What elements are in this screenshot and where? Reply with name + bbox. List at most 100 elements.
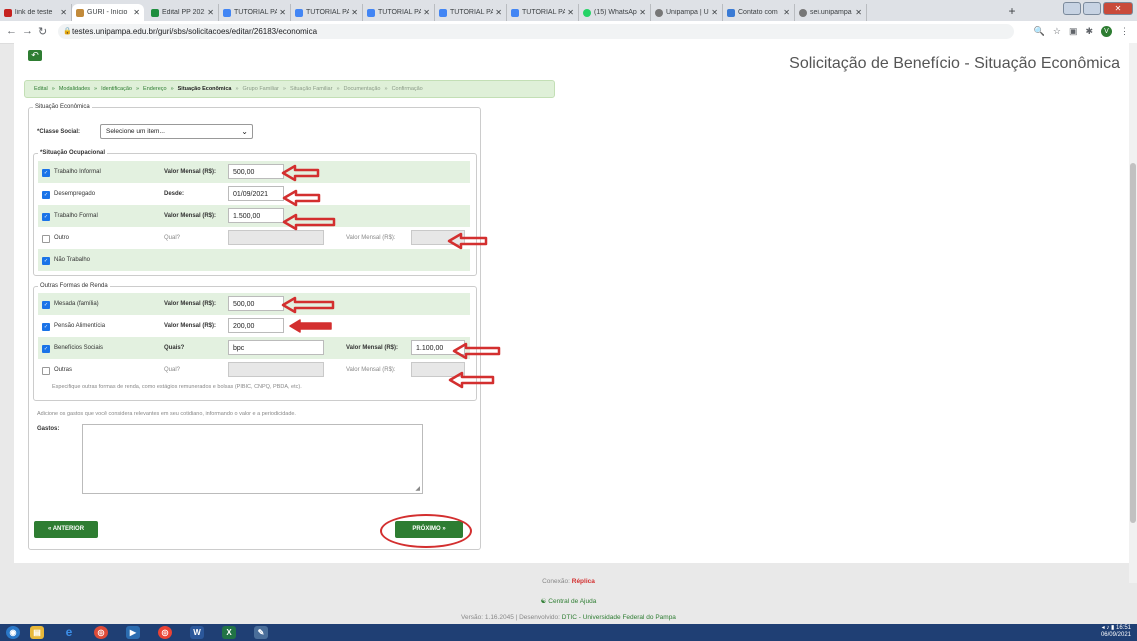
situacao-ocupacional-legend: *Situação Ocupacional <box>40 150 106 156</box>
tab-favicon-icon <box>799 8 807 17</box>
outras-row: Outras Qual? Valor Mensal (R$): <box>38 359 470 381</box>
mesada-row: ✓ Mesada (família) Valor Mensal (R$): 50… <box>38 293 470 315</box>
beneficios-row: ✓ Benefícios Sociais Quais? bpc Valor Me… <box>38 337 470 359</box>
excel-icon[interactable]: X <box>222 626 236 639</box>
chrome-browser-icon[interactable]: ◎ <box>158 626 172 639</box>
file-explorer-icon[interactable]: ▤ <box>30 626 44 639</box>
browser-tab[interactable]: sei.unipampa ✕ <box>795 4 867 21</box>
step-modalidades[interactable]: Modalidades <box>59 86 90 92</box>
back-arrow-icon[interactable]: ← <box>6 25 17 37</box>
lock-icon: 🔒 <box>63 28 72 35</box>
browser-tab-active[interactable]: GURI - Início ✕ <box>72 4 144 21</box>
desempregado-desde-input[interactable]: 01/09/2021 <box>228 186 284 201</box>
resize-grip-icon[interactable]: ◢ <box>415 485 420 492</box>
trabalho-formal-checkbox[interactable]: ✓ <box>42 213 50 221</box>
url-bar[interactable]: 🔒 testes.unipampa.edu.br/guri/sbs/solicit… <box>58 24 1014 39</box>
menu-kebab-icon[interactable]: ⋮ <box>1120 26 1129 37</box>
minimize-button[interactable] <box>1063 2 1081 15</box>
paint-icon[interactable]: ✎ <box>254 626 268 639</box>
annotation-arrow-icon <box>281 164 320 182</box>
close-tab-icon[interactable]: ✕ <box>351 8 358 17</box>
gastos-textarea[interactable]: ◢ <box>82 424 423 494</box>
browser-tab[interactable]: Edital PP 2021 ✕ <box>147 4 219 21</box>
mesada-checkbox[interactable]: ✓ <box>42 301 50 309</box>
annotation-circle <box>380 514 472 548</box>
close-tab-icon[interactable]: ✕ <box>207 8 214 17</box>
profile-avatar[interactable]: V <box>1101 26 1112 37</box>
windows-taskbar: ◉ ▤ e ◎ ▶ ◎ W X ✎ ◂ ♪ ▮ 16:51 06/09/2021 <box>0 624 1137 641</box>
close-tab-icon[interactable]: ✕ <box>711 8 718 17</box>
close-tab-icon[interactable]: ✕ <box>639 8 646 17</box>
beneficios-checkbox[interactable]: ✓ <box>42 345 50 353</box>
close-tab-icon[interactable]: ✕ <box>855 8 862 17</box>
new-tab-button[interactable]: + <box>1004 4 1020 18</box>
classe-social-select[interactable]: Selecione um item... ⌄ <box>100 124 253 139</box>
tab-favicon-icon <box>439 8 447 17</box>
outras-checkbox[interactable] <box>42 367 50 375</box>
close-tab-icon[interactable]: ✕ <box>60 8 67 17</box>
url-text: testes.unipampa.edu.br/guri/sbs/solicita… <box>72 27 318 36</box>
forward-arrow-icon[interactable]: → <box>22 25 33 37</box>
browser-tab[interactable]: TUTORIAL PA ✕ <box>435 4 507 21</box>
start-button-icon[interactable]: ◉ <box>6 626 20 639</box>
step-endereco[interactable]: Endereço <box>143 86 167 92</box>
outro-checkbox[interactable] <box>42 235 50 243</box>
browser-tab[interactable]: TUTORIAL PA ✕ <box>219 4 291 21</box>
outras-rendas-legend: Outras Formas de Renda <box>40 283 108 289</box>
extension-icon[interactable]: ▣ <box>1069 26 1078 37</box>
internet-explorer-icon[interactable]: e <box>62 626 76 639</box>
browser-tab[interactable]: Contato com ✕ <box>723 4 795 21</box>
nao-trabalho-checkbox[interactable]: ✓ <box>42 257 50 265</box>
trabalho-informal-row: ✓ Trabalho Informal Valor Mensal (R$): 5… <box>38 161 470 183</box>
close-tab-icon[interactable]: ✕ <box>783 8 790 17</box>
trabalho-formal-valor-input[interactable]: 1.500,00 <box>228 208 284 223</box>
maximize-button[interactable] <box>1083 2 1101 15</box>
annotation-arrow-icon <box>282 189 321 207</box>
address-toolbar: ← → ↻ 🔒 testes.unipampa.edu.br/guri/sbs/s… <box>0 21 1137 44</box>
browser-tab[interactable]: (15) WhatsApp ✕ <box>579 4 651 21</box>
mesada-valor-input[interactable]: 500,00 <box>228 296 284 311</box>
anterior-button[interactable]: « ANTERIOR <box>34 521 98 538</box>
tab-favicon-icon <box>223 8 231 17</box>
desempregado-checkbox[interactable]: ✓ <box>42 191 50 199</box>
close-tab-icon[interactable]: ✕ <box>279 8 286 17</box>
browser-tab[interactable]: link de teste ✕ <box>0 4 72 21</box>
media-player-icon[interactable]: ▶ <box>126 626 140 639</box>
chrome-icon[interactable]: ◎ <box>94 626 108 639</box>
bookmark-star-icon[interactable]: ☆ <box>1053 26 1061 37</box>
close-tab-icon[interactable]: ✕ <box>133 8 140 17</box>
volume-icon[interactable]: ◂ ♪ ▮ <box>1102 625 1116 631</box>
pensao-valor-input[interactable]: 200,00 <box>228 318 284 333</box>
browser-tab[interactable]: TUTORIAL PA ✕ <box>363 4 435 21</box>
help-icon: ☯ <box>540 598 547 605</box>
step-grupo-familiar: Grupo Familiar <box>242 86 279 92</box>
browser-tab-bar: link de teste ✕ GURI - Início ✕ Edital PP … <box>0 0 1137 21</box>
close-tab-icon[interactable]: ✕ <box>567 8 574 17</box>
help-link[interactable]: ☯ Central de Ajuda <box>0 597 1137 605</box>
close-window-button[interactable]: ✕ <box>1103 2 1133 15</box>
page-scrollbar[interactable] <box>1129 43 1137 583</box>
browser-tab[interactable]: Unipampa | U ✕ <box>651 4 723 21</box>
trabalho-informal-valor-input[interactable]: 500,00 <box>228 164 284 179</box>
gastos-hint: Adicione os gastos que você considera re… <box>37 411 296 417</box>
annotation-arrow-icon <box>447 232 488 250</box>
zoom-icon[interactable]: 🔍 <box>1034 26 1045 37</box>
word-icon[interactable]: W <box>190 626 204 639</box>
trabalho-informal-checkbox[interactable]: ✓ <box>42 169 50 177</box>
pensao-checkbox[interactable]: ✓ <box>42 323 50 331</box>
step-identificacao[interactable]: Identificação <box>101 86 132 92</box>
tab-favicon-icon <box>151 8 159 17</box>
close-tab-icon[interactable]: ✕ <box>423 8 430 17</box>
beneficios-quais-input[interactable]: bpc <box>228 340 324 355</box>
extensions-puzzle-icon[interactable]: ✱ <box>1085 26 1093 37</box>
browser-tab[interactable]: TUTORIAL PA ✕ <box>507 4 579 21</box>
outro-row: Outro Qual? Valor Mensal (R$): <box>38 227 470 249</box>
reload-icon[interactable]: ↻ <box>38 25 47 38</box>
back-undo-icon[interactable]: ↶ <box>28 50 42 61</box>
outro-qual-input[interactable] <box>228 230 324 245</box>
outras-qual-input[interactable] <box>228 362 324 377</box>
browser-tab[interactable]: TUTORIAL PA ✕ <box>291 4 363 21</box>
close-tab-icon[interactable]: ✕ <box>495 8 502 17</box>
scrollbar-thumb[interactable] <box>1130 163 1136 523</box>
step-edital[interactable]: Edital <box>34 86 48 92</box>
